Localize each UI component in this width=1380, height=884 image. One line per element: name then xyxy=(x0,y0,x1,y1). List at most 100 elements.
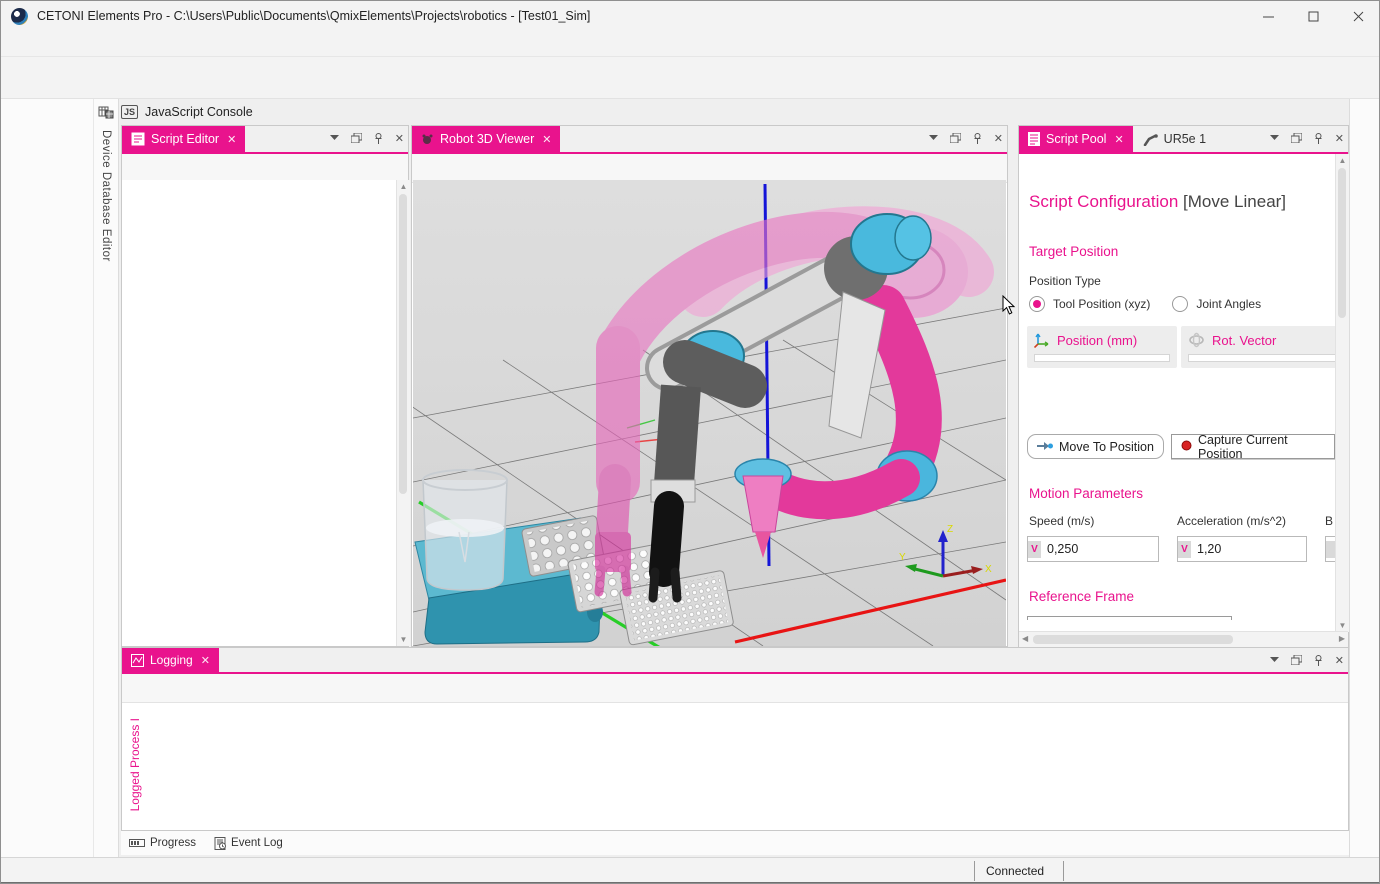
connection-status: Connected xyxy=(986,864,1044,878)
ur5e-tab[interactable]: UR5e 1 xyxy=(1133,126,1216,152)
float-panel-icon[interactable] xyxy=(950,133,961,143)
progress-icon xyxy=(129,838,145,848)
target-position-heading: Target Position xyxy=(1029,244,1118,259)
robot-3d-viewer-tab[interactable]: Robot 3D Viewer✕ xyxy=(412,126,560,152)
joint-angles-radio[interactable] xyxy=(1172,296,1188,312)
script-configuration-form: Script Configuration [Move Linear] Targe… xyxy=(1019,154,1335,620)
script-pool-tab[interactable]: Script Pool✕ xyxy=(1019,126,1133,152)
script-pool-header: Script Pool✕ UR5e 1 ✕ xyxy=(1019,126,1348,154)
close-tab-icon[interactable]: ✕ xyxy=(542,133,551,146)
event-log-icon xyxy=(214,837,226,850)
pin-panel-icon[interactable] xyxy=(973,133,982,144)
acceleration-label: Acceleration (m/s^2) xyxy=(1177,514,1286,528)
tool-position-radio[interactable] xyxy=(1029,296,1045,312)
close-panel-icon[interactable]: ✕ xyxy=(994,132,1003,145)
capture-current-position-button[interactable]: Capture Current Position xyxy=(1171,434,1335,459)
logging-toolbar xyxy=(122,674,1348,703)
close-button[interactable] xyxy=(1336,1,1380,31)
script-editor-header: Script Editor✕ ✕ xyxy=(122,126,408,154)
acceleration-variable-button[interactable]: V xyxy=(1178,541,1191,558)
speed-variable-button[interactable]: V xyxy=(1028,541,1041,558)
close-tab-icon[interactable]: ✕ xyxy=(1114,133,1123,146)
move-to-icon xyxy=(1037,440,1053,454)
pin-panel-icon[interactable] xyxy=(1314,655,1323,666)
script-tree-scrollbar[interactable]: ▲▼ xyxy=(396,180,410,646)
close-tab-icon[interactable]: ✕ xyxy=(227,133,236,146)
rot-vector-group: Rot. Vector xyxy=(1181,326,1335,368)
triad-z-label: Z xyxy=(947,524,953,535)
reference-frame-heading: Reference Frame xyxy=(1029,589,1134,604)
viewer-tab-icon xyxy=(421,133,434,146)
blend-input-clipped[interactable] xyxy=(1325,536,1335,562)
acceleration-input[interactable]: V 1,20 xyxy=(1177,536,1307,562)
viewer-header: Robot 3D Viewer✕ ✕ xyxy=(412,126,1007,154)
device-database-editor-tab[interactable]: Device Database Editor xyxy=(93,99,119,857)
script-tree xyxy=(122,180,396,646)
logging-tab[interactable]: Logging✕ xyxy=(122,648,219,672)
window-title: CETONI Elements Pro - C:\Users\Public\Do… xyxy=(37,9,590,23)
progress-tab[interactable]: Progress xyxy=(129,837,196,849)
event-log-tab[interactable]: Event Log xyxy=(214,837,283,850)
position-axes-icon xyxy=(1034,332,1050,348)
tool-position-label: Tool Position (xyz) xyxy=(1053,297,1150,311)
float-panel-icon[interactable] xyxy=(351,133,362,143)
rot-group-label: Rot. Vector xyxy=(1212,333,1276,348)
position-type-label: Position Type xyxy=(1029,274,1101,288)
device-database-editor-label: Device Database Editor xyxy=(100,130,112,262)
config-title: Script Configuration xyxy=(1029,192,1178,211)
float-panel-icon[interactable] xyxy=(1291,655,1302,665)
position-group-label: Position (mm) xyxy=(1057,333,1137,348)
bottom-tab-strip: Progress Event Log xyxy=(121,831,1349,855)
pool-vertical-scrollbar[interactable]: ▲▼ xyxy=(1335,154,1349,632)
logging-panel: Logging✕ ✕ Logged Process I xyxy=(121,647,1349,831)
maximize-button[interactable] xyxy=(1291,1,1336,31)
main-toolbar xyxy=(1,57,1380,99)
javascript-console-tab[interactable]: JS JavaScript Console xyxy=(121,99,551,125)
joint-angles-label: Joint Angles xyxy=(1196,297,1261,311)
close-panel-icon[interactable]: ✕ xyxy=(1335,654,1344,667)
speed-input[interactable]: V 0,250 xyxy=(1027,536,1159,562)
script-editor-toolbar xyxy=(122,154,408,183)
app-logo-icon xyxy=(11,8,28,25)
logging-header: Logging✕ ✕ xyxy=(122,648,1348,674)
javascript-console-label: JavaScript Console xyxy=(145,105,253,119)
device-database-icon xyxy=(98,105,118,122)
rotation-icon xyxy=(1188,332,1205,348)
position-group: Position (mm) xyxy=(1027,326,1177,368)
speed-value: 0,250 xyxy=(1041,542,1078,556)
move-to-position-button[interactable]: Move To Position xyxy=(1027,434,1164,459)
dock-menu-icon[interactable] xyxy=(929,135,938,141)
speed-label: Speed (m/s) xyxy=(1029,514,1094,528)
glass-beaker xyxy=(423,470,507,590)
logging-tab-icon xyxy=(131,654,144,667)
dock-menu-icon[interactable] xyxy=(1270,657,1279,663)
menu-bar xyxy=(1,31,1380,57)
config-title-step: [Move Linear] xyxy=(1178,192,1286,211)
script-editor-tab[interactable]: Script Editor✕ xyxy=(122,126,245,152)
robot-tab-icon xyxy=(1143,133,1158,146)
close-tab-icon[interactable]: ✕ xyxy=(201,654,210,667)
triad-x-label: X xyxy=(985,564,992,575)
dock-menu-icon[interactable] xyxy=(1270,135,1279,141)
robot-3d-scene[interactable]: Z Y X xyxy=(413,180,1006,646)
float-panel-icon[interactable] xyxy=(1291,133,1302,143)
mode-sidebar xyxy=(1,99,93,857)
logging-chart[interactable] xyxy=(122,702,1350,832)
application-window: CETONI Elements Pro - C:\Users\Public\Do… xyxy=(0,0,1380,884)
right-tool-strip xyxy=(1349,99,1380,857)
pool-horizontal-scrollbar[interactable]: ◀ ▶ xyxy=(1019,631,1348,647)
reference-frame-select[interactable]: Base ▼ xyxy=(1027,616,1232,620)
minimize-button[interactable] xyxy=(1246,1,1291,31)
status-bar: Connected xyxy=(1,857,1380,884)
title-bar: CETONI Elements Pro - C:\Users\Public\Do… xyxy=(1,1,1380,31)
script-pool-panel: Script Pool✕ UR5e 1 ✕ Script Configurati… xyxy=(1018,125,1349,647)
close-panel-icon[interactable]: ✕ xyxy=(1335,132,1344,145)
acceleration-value: 1,20 xyxy=(1191,542,1221,556)
pin-panel-icon[interactable] xyxy=(374,133,383,144)
viewer-toolbar xyxy=(412,154,1007,183)
close-panel-icon[interactable]: ✕ xyxy=(395,132,404,145)
dock-menu-icon[interactable] xyxy=(330,135,339,141)
robot-3d-viewer-panel: Robot 3D Viewer✕ ✕ xyxy=(411,125,1008,647)
pin-panel-icon[interactable] xyxy=(1314,133,1323,144)
js-icon: JS xyxy=(121,105,138,119)
